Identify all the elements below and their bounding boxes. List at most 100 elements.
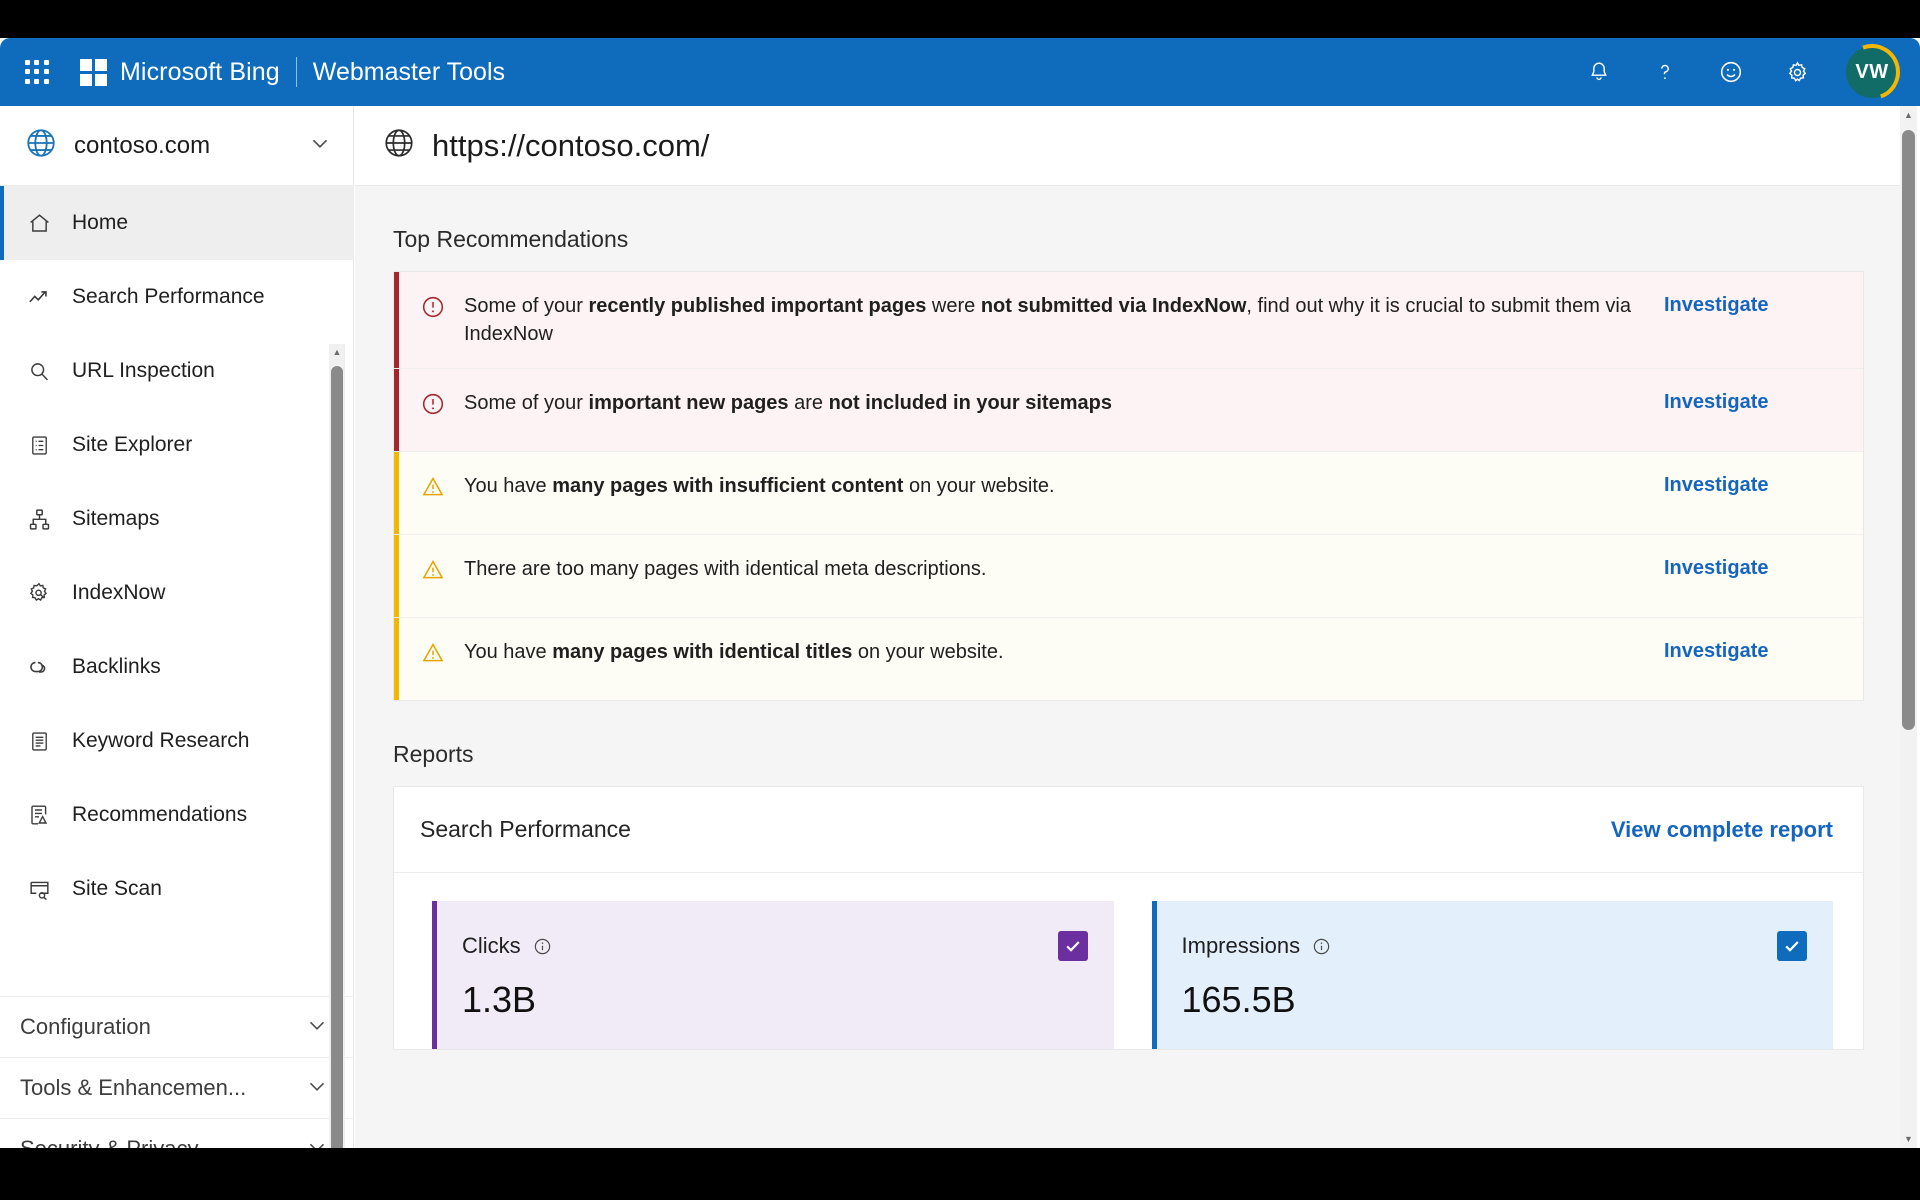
metric-tiles: Clicks 1.3B Impressions 165.5B xyxy=(394,873,1863,1049)
notifications-bell-icon[interactable] xyxy=(1582,55,1616,89)
investigate-link[interactable]: Investigate xyxy=(1664,640,1768,663)
reports-heading: Reports xyxy=(393,741,474,767)
sidebar-item-search-performance[interactable]: Search Performance xyxy=(0,260,354,334)
sidebar-item-url-inspection[interactable]: URL Inspection xyxy=(0,334,354,408)
sidebar-item-label: Site Explorer xyxy=(72,433,193,456)
help-question-icon[interactable] xyxy=(1648,55,1682,89)
recommendation-text: Some of your important new pages are not… xyxy=(464,392,1112,414)
indexnow-gear-icon xyxy=(24,578,54,608)
sidebar-item-backlinks[interactable]: Backlinks xyxy=(0,630,354,704)
sidebar-item-sitemaps[interactable]: Sitemaps xyxy=(0,482,354,556)
warning-triangle-icon xyxy=(420,640,446,666)
sidebar-scrollbar-thumb[interactable] xyxy=(331,366,343,1148)
sidebar-item-home[interactable]: Home xyxy=(0,186,354,260)
site-selector[interactable]: contoso.com xyxy=(0,106,353,186)
metric-checkbox-impressions[interactable] xyxy=(1777,931,1807,961)
product-name[interactable]: Webmaster Tools xyxy=(313,58,505,87)
site-name: contoso.com xyxy=(74,131,211,159)
metric-value: 1.3B xyxy=(462,979,537,1020)
sidebar-item-label: Home xyxy=(72,211,129,234)
metric-value: 165.5B xyxy=(1181,979,1296,1020)
recommendation-text: You have many pages with insufficient co… xyxy=(464,475,1055,497)
report-card-header: Search Performance View complete report xyxy=(394,787,1863,873)
sidebar-group-security-privacy[interactable]: Security & Privacy xyxy=(0,1118,354,1148)
sidebar-item-site-scan[interactable]: Site Scan xyxy=(0,852,354,926)
site-scan-icon xyxy=(24,874,54,904)
sidebar-item-label: URL Inspection xyxy=(72,359,215,382)
settings-gear-icon[interactable] xyxy=(1780,55,1814,89)
avatar[interactable]: VW xyxy=(1846,46,1898,98)
investigate-link[interactable]: Investigate xyxy=(1664,474,1768,497)
globe-icon xyxy=(382,126,416,165)
top-navigation-bar: Microsoft Bing Webmaster Tools VW xyxy=(0,38,1920,110)
sidebar-group-label: Security & Privacy xyxy=(20,1136,199,1148)
sidebar: contoso.com Home Search Performance URL … xyxy=(0,106,354,1148)
view-complete-report-link[interactable]: View complete report xyxy=(1611,817,1833,843)
sidebar-item-label: IndexNow xyxy=(72,581,166,604)
sidebar-item-label: Search Performance xyxy=(72,285,265,308)
recommendation-row[interactable]: You have many pages with insufficient co… xyxy=(394,451,1863,534)
sidebar-collapsible-groups: Configuration Tools & Enhancemen... Secu… xyxy=(0,996,354,1148)
recommendation-row[interactable]: Some of your recently published importan… xyxy=(394,272,1863,368)
sidebar-nav-list: Home Search Performance URL Inspection S… xyxy=(0,186,354,996)
home-icon xyxy=(24,208,54,238)
metric-header: Clicks xyxy=(462,931,1088,961)
chevron-down-icon xyxy=(304,1134,330,1148)
recommendation-text: There are too many pages with identical … xyxy=(464,558,987,580)
investigate-link[interactable]: Investigate xyxy=(1664,557,1768,580)
chevron-down-icon xyxy=(304,1073,330,1104)
sidebar-group-label: Configuration xyxy=(20,1014,151,1039)
info-circle-icon[interactable] xyxy=(533,937,552,956)
sidebar-group-configuration[interactable]: Configuration xyxy=(0,996,354,1057)
list-document-icon xyxy=(24,430,54,460)
recommendations-list: Some of your recently published importan… xyxy=(393,271,1864,701)
page-scrollbar-thumb[interactable] xyxy=(1902,130,1915,730)
metric-label: Clicks xyxy=(462,933,521,958)
metric-tile-impressions[interactable]: Impressions 165.5B xyxy=(1151,901,1833,1049)
chevron-down-icon xyxy=(304,1012,330,1043)
recommendation-text: You have many pages with identical title… xyxy=(464,641,1004,663)
search-performance-report-card: Search Performance View complete report … xyxy=(393,786,1864,1050)
sidebar-group-tools-enhancements[interactable]: Tools & Enhancemen... xyxy=(0,1057,354,1118)
investigate-link[interactable]: Investigate xyxy=(1664,391,1768,414)
sidebar-item-keyword-research[interactable]: Keyword Research xyxy=(0,704,354,778)
content-header: https://contoso.com/ xyxy=(355,106,1902,186)
error-circle-icon xyxy=(420,391,446,417)
investigate-link[interactable]: Investigate xyxy=(1664,294,1768,317)
sidebar-scrollbar[interactable]: ▲ ▼ xyxy=(329,344,345,1148)
recommendation-row[interactable]: You have many pages with identical title… xyxy=(394,617,1863,700)
sitemap-icon xyxy=(24,504,54,534)
user-avatar-container: VW xyxy=(1834,38,1910,110)
sidebar-item-label: Keyword Research xyxy=(72,729,250,752)
scroll-down-arrow-icon[interactable]: ▼ xyxy=(1900,1130,1917,1148)
sidebar-item-label: Sitemaps xyxy=(72,507,160,530)
sidebar-item-site-explorer[interactable]: Site Explorer xyxy=(0,408,354,482)
brand-name[interactable]: Microsoft Bing xyxy=(120,58,280,87)
sidebar-item-label: Site Scan xyxy=(72,877,162,900)
sidebar-item-label: Recommendations xyxy=(72,803,248,826)
report-title: Search Performance xyxy=(420,816,631,842)
metric-tile-clicks[interactable]: Clicks 1.3B xyxy=(432,901,1114,1049)
scroll-up-arrow-icon[interactable]: ▲ xyxy=(329,344,345,360)
recommendation-row[interactable]: There are too many pages with identical … xyxy=(394,534,1863,617)
chevron-down-icon xyxy=(307,130,333,161)
link-chain-icon xyxy=(24,652,54,682)
sidebar-item-recommendations[interactable]: Recommendations xyxy=(0,778,354,852)
app-launcher-waffle-icon[interactable] xyxy=(22,57,52,87)
info-circle-icon[interactable] xyxy=(1312,937,1331,956)
microsoft-logo-icon xyxy=(80,58,107,86)
top-recommendations-heading: Top Recommendations xyxy=(393,226,629,252)
metric-header: Impressions xyxy=(1182,931,1807,961)
metric-checkbox-clicks[interactable] xyxy=(1057,931,1088,961)
sidebar-item-indexnow[interactable]: IndexNow xyxy=(0,556,354,630)
trending-up-icon xyxy=(24,282,54,312)
keyword-document-icon xyxy=(24,726,54,756)
brand-divider xyxy=(295,57,297,87)
recommendations-icon xyxy=(24,800,54,830)
recommendation-row[interactable]: Some of your important new pages are not… xyxy=(394,368,1863,451)
scroll-up-arrow-icon[interactable]: ▲ xyxy=(1900,106,1917,124)
magnifier-icon xyxy=(24,356,54,386)
feedback-smiley-icon[interactable] xyxy=(1714,55,1748,89)
page-scrollbar[interactable]: ▲ ▼ xyxy=(1900,106,1917,1148)
error-circle-icon xyxy=(420,294,446,320)
